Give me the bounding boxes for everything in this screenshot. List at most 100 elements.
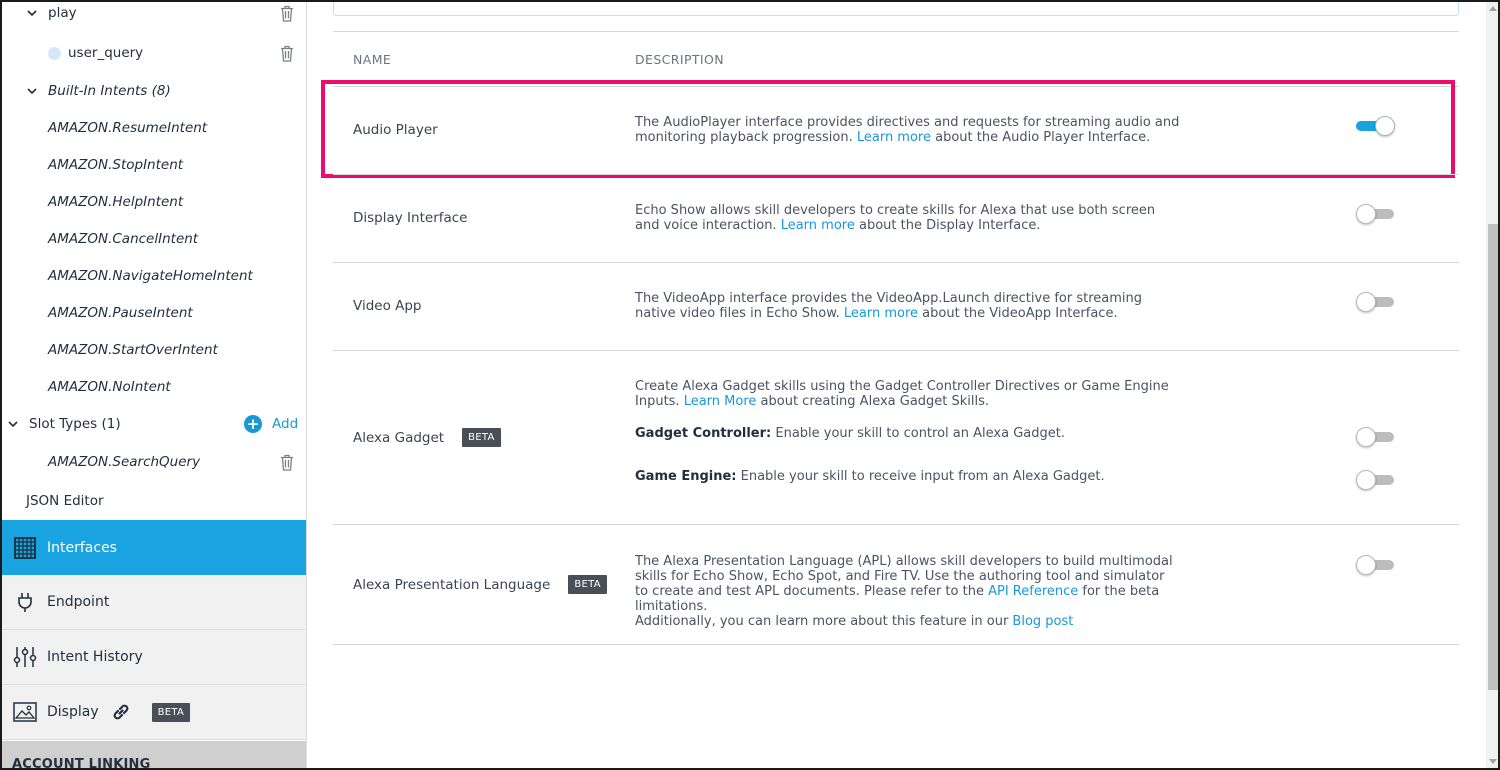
nav-label: Endpoint	[47, 594, 110, 610]
chevron-down-icon[interactable]	[7, 418, 19, 430]
toggle-video-app[interactable]	[1356, 292, 1396, 312]
tree-header-label: Slot Types (1)	[29, 416, 121, 432]
scrollbar[interactable]	[1486, 2, 1498, 768]
nav-label: Intent History	[47, 649, 143, 665]
tree-item-play[interactable]: play	[2, 2, 306, 28]
toggle-knob	[1356, 427, 1376, 447]
beta-badge: BETA	[568, 575, 607, 594]
tree-item-label: AMAZON.SearchQuery	[48, 454, 201, 470]
main-content: NAME DESCRIPTION Audio Player The AudioP…	[308, 2, 1486, 768]
tree-item-label: AMAZON.CancelIntent	[48, 231, 199, 247]
divider	[333, 524, 1459, 525]
toggle-knob	[1356, 470, 1376, 490]
column-header-name: NAME	[353, 52, 392, 67]
tree-item-intent[interactable]: AMAZON.HelpIntent	[2, 187, 306, 217]
interface-name-label: Video App	[353, 298, 422, 314]
scroll-up-icon[interactable]	[1489, 6, 1497, 11]
nav-label: Display	[47, 704, 99, 720]
trash-icon[interactable]	[279, 454, 295, 471]
divider	[333, 262, 1459, 263]
nav-item-interfaces[interactable]: Interfaces	[2, 520, 306, 575]
interface-desc-apl: The Alexa Presentation Language (APL) al…	[635, 554, 1180, 629]
tree-item-label: AMAZON.NoIntent	[48, 379, 171, 395]
desc-text: Enable your skill to receive input from …	[736, 469, 1105, 484]
nav-label: Interfaces	[47, 539, 117, 556]
interface-name-alexa-gadget: Alexa Gadget BETA	[353, 428, 501, 447]
app-frame: play user_query Built-In Intents (8) AMA…	[0, 0, 1500, 770]
toggle-display-interface[interactable]	[1356, 204, 1396, 224]
trash-icon[interactable]	[279, 5, 295, 22]
toggle-gadget-controller[interactable]	[1356, 427, 1396, 447]
beta-badge: BETA	[151, 702, 191, 722]
chevron-down-icon[interactable]	[26, 85, 38, 97]
desc-text: about the VideoApp Interface.	[918, 306, 1118, 321]
account-linking-header[interactable]: ACCOUNT LINKING	[2, 741, 306, 768]
tree-item-intent[interactable]: AMAZON.ResumeIntent	[2, 113, 306, 143]
tree-item-slot-type[interactable]: AMAZON.SearchQuery	[2, 447, 306, 477]
tree-item-intent[interactable]: AMAZON.PauseIntent	[2, 298, 306, 328]
tree-item-intent[interactable]: AMAZON.NoIntent	[2, 372, 306, 402]
interface-name-apl: Alexa Presentation Language BETA	[353, 575, 607, 594]
toggle-knob	[1356, 555, 1376, 575]
plus-icon: +	[244, 415, 262, 433]
interface-desc-display: Echo Show allows skill developers to cre…	[635, 203, 1180, 233]
tree-builtin-intents-header[interactable]: Built-In Intents (8)	[2, 76, 306, 106]
trash-icon[interactable]	[279, 45, 295, 62]
interface-name-label: Alexa Presentation Language	[353, 576, 551, 593]
toggle-game-engine[interactable]	[1356, 470, 1396, 490]
plug-icon	[13, 590, 37, 614]
tree-item-label: AMAZON.StartOverIntent	[48, 342, 218, 358]
tree-item-intent[interactable]: AMAZON.NavigateHomeIntent	[2, 261, 306, 291]
scroll-down-icon[interactable]	[1489, 759, 1497, 764]
gadget-controller-label: Gadget Controller:	[635, 426, 772, 441]
tree-item-label: AMAZON.PauseIntent	[48, 305, 193, 321]
tree-item-label: JSON Editor	[26, 493, 104, 509]
game-engine-desc: Game Engine: Enable your skill to receiv…	[635, 469, 1180, 484]
tree-item-intent[interactable]: AMAZON.StopIntent	[2, 150, 306, 180]
tree-item-label: AMAZON.HelpIntent	[48, 194, 184, 210]
blog-post-link[interactable]: Blog post	[1012, 614, 1073, 629]
tree-slot-types-header[interactable]: Slot Types (1) + Add	[2, 409, 306, 439]
learn-more-link[interactable]: Learn More	[684, 394, 757, 409]
interface-desc-video-app: The VideoApp interface provides the Vide…	[635, 291, 1180, 321]
toggle-knob	[1356, 204, 1376, 224]
tree-header-label: Built-In Intents (8)	[48, 83, 171, 99]
tree-item-label: AMAZON.StopIntent	[48, 157, 184, 173]
api-reference-link[interactable]: API Reference	[988, 584, 1078, 599]
divider	[333, 174, 1459, 175]
top-panel	[333, 2, 1459, 16]
image-icon	[13, 700, 37, 724]
add-slot-type-button[interactable]: + Add	[244, 415, 298, 433]
toggle-knob	[1356, 292, 1376, 312]
chevron-down-icon[interactable]	[26, 7, 38, 19]
learn-more-link[interactable]: Learn more	[844, 306, 918, 321]
desc-text: about creating Alexa Gadget Skills.	[756, 394, 990, 409]
interface-name-display: Display Interface	[353, 210, 468, 226]
game-engine-label: Game Engine:	[635, 469, 737, 484]
desc-text: Enable your skill to control an Alexa Ga…	[771, 426, 1065, 441]
tree-item-user-query[interactable]: user_query	[2, 38, 306, 68]
tree-item-label: AMAZON.NavigateHomeIntent	[48, 268, 253, 284]
nav-item-display[interactable]: Display BETA	[2, 685, 306, 740]
sliders-icon	[13, 645, 37, 669]
tree-item-label: AMAZON.ResumeIntent	[48, 120, 208, 136]
nav-item-intent-history[interactable]: Intent History	[2, 630, 306, 685]
tree-item-label: user_query	[68, 45, 144, 61]
tree-item-intent[interactable]: AMAZON.StartOverIntent	[2, 335, 306, 365]
divider	[333, 31, 1459, 32]
learn-more-link[interactable]: Learn more	[781, 218, 855, 233]
desc-text: Additionally, you can learn more about t…	[635, 614, 1013, 629]
grid-icon	[13, 536, 37, 560]
interface-name-label: Alexa Gadget	[353, 429, 445, 446]
add-label: Add	[272, 416, 299, 432]
toggle-apl[interactable]	[1356, 555, 1396, 575]
link-icon[interactable]	[111, 702, 131, 722]
tree-item-intent[interactable]: AMAZON.CancelIntent	[2, 224, 306, 254]
nav-item-endpoint[interactable]: Endpoint	[2, 575, 306, 630]
scroll-thumb[interactable]	[1488, 224, 1498, 690]
highlight-box	[321, 80, 1455, 178]
divider	[333, 350, 1459, 351]
sidebar: play user_query Built-In Intents (8) AMA…	[2, 2, 307, 768]
tree-item-json-editor[interactable]: JSON Editor	[2, 486, 306, 516]
gadget-controller-desc: Gadget Controller: Enable your skill to …	[635, 426, 1180, 441]
